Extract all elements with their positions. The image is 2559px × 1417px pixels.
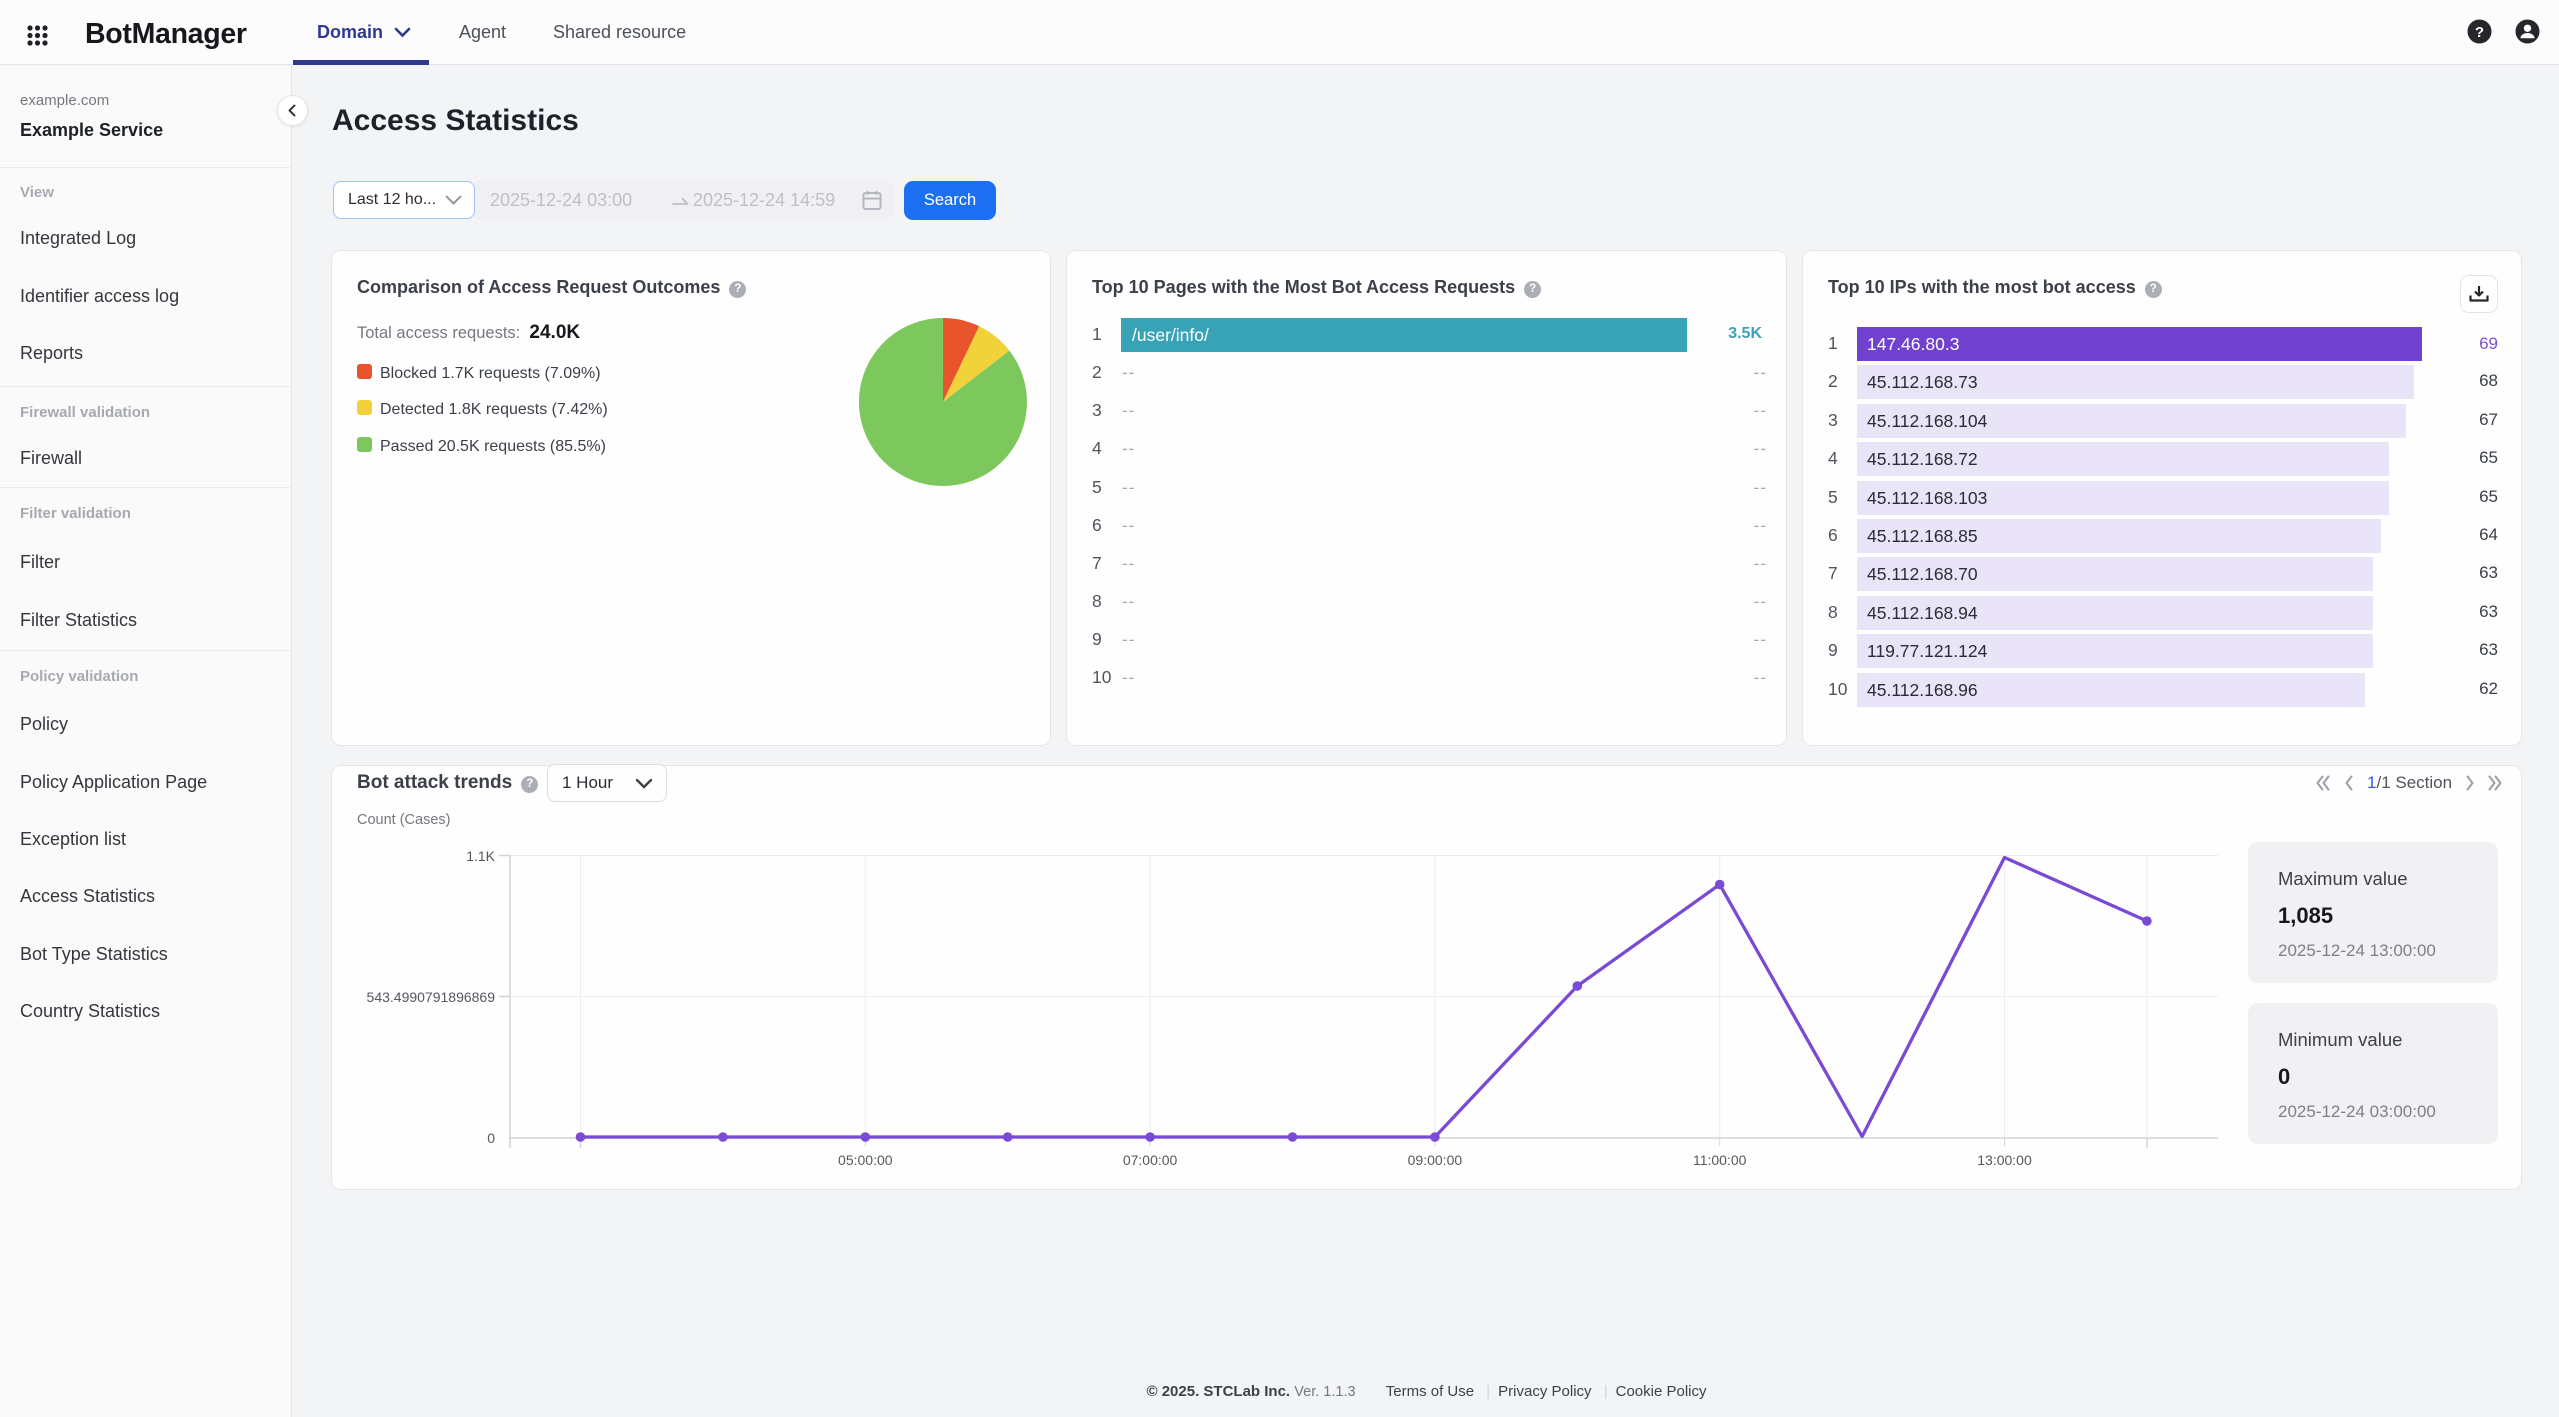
svg-text:1.1K: 1.1K bbox=[466, 848, 495, 864]
svg-text:13:00:00: 13:00:00 bbox=[1977, 1152, 2032, 1168]
svg-text:09:00:00: 09:00:00 bbox=[1408, 1152, 1463, 1168]
svg-text:0: 0 bbox=[487, 1130, 495, 1146]
svg-text:11:00:00: 11:00:00 bbox=[1693, 1152, 1747, 1168]
svg-text:07:00:00: 07:00:00 bbox=[1123, 1152, 1178, 1168]
svg-text:?: ? bbox=[2475, 24, 2484, 41]
svg-text:05:00:00: 05:00:00 bbox=[838, 1152, 893, 1168]
svg-text:543.4990791896869: 543.4990791896869 bbox=[367, 989, 496, 1005]
